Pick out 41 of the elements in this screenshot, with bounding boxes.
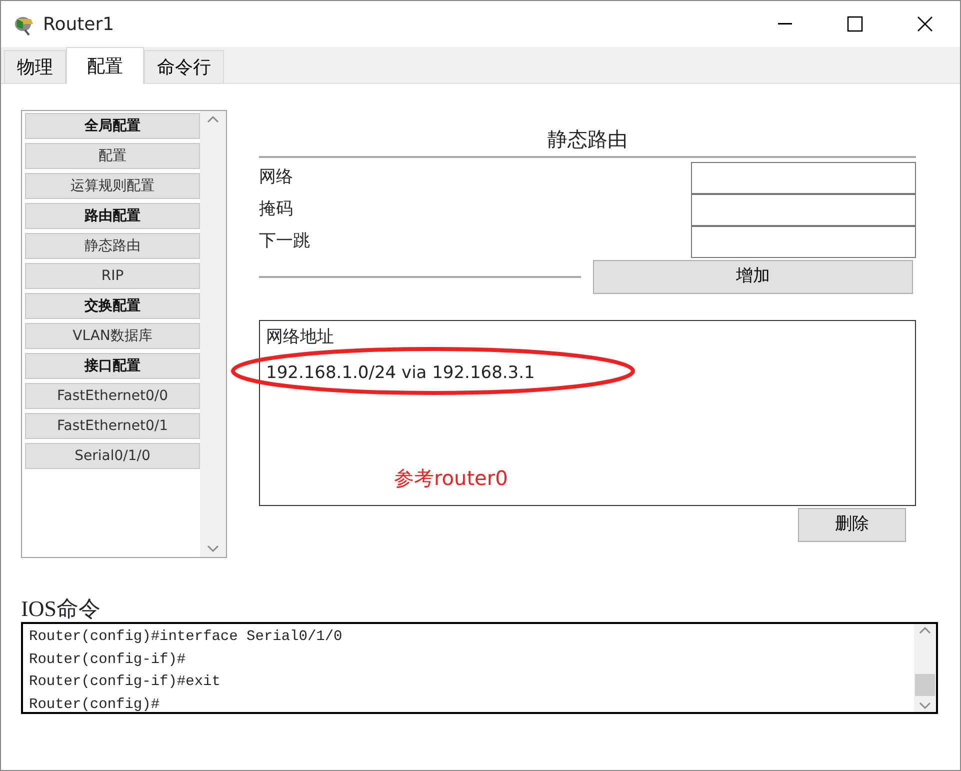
scroll-down-icon[interactable] (919, 702, 931, 710)
tab[interactable]: 命令行 (144, 50, 224, 83)
sidebar-item[interactable]: FastEthernet0/1 (25, 413, 200, 439)
sidebar-item[interactable]: RIP (25, 263, 200, 289)
sidebar-item[interactable]: 运算规则配置 (25, 173, 200, 199)
maximize-icon (847, 16, 863, 32)
scroll-thumb[interactable] (915, 674, 935, 696)
scroll-up-icon[interactable] (919, 626, 931, 634)
scroll-up-icon[interactable] (207, 115, 219, 123)
sidebar-item[interactable]: Serial0/1/0 (25, 443, 200, 469)
tab[interactable]: 配置 (66, 47, 144, 84)
panel-title: 静态路由 (259, 110, 916, 158)
input-field[interactable] (691, 226, 916, 258)
console-line: Router(config-if)#exit (29, 673, 222, 692)
field-label: 下一跳 (259, 230, 310, 254)
add-button[interactable]: 增加 (593, 260, 913, 294)
console-line: Router(config)#interface Serial0/1/0 (29, 628, 344, 647)
delete-button[interactable]: 删除 (798, 508, 906, 542)
input-field[interactable] (691, 162, 916, 194)
route-entry[interactable]: 192.168.1.0/24 via 192.168.3.1 (266, 360, 909, 386)
section-header-button[interactable]: 接口配置 (25, 353, 200, 379)
console-line: Router(config-if)# (29, 650, 187, 670)
window-title: Router1 (43, 12, 116, 36)
section-header-button[interactable]: 路由配置 (25, 203, 200, 229)
scroll-down-icon[interactable] (207, 545, 219, 553)
field-label: 掩码 (259, 198, 293, 222)
input-field[interactable] (691, 194, 916, 226)
sidebar-item[interactable]: VLAN数据库 (25, 323, 200, 349)
sidebar-item[interactable]: FastEthernet0/0 (25, 383, 200, 409)
annotation-note: 参考router0 (394, 465, 508, 492)
field-label: 网络 (259, 166, 293, 190)
console-label: IOS命令 (21, 596, 102, 622)
section-header-button[interactable]: 全局配置 (25, 113, 200, 139)
list-heading: 网络地址 (266, 326, 335, 349)
tab[interactable]: 物理 (4, 50, 66, 83)
minimize-icon (778, 23, 792, 25)
close-icon (917, 16, 933, 32)
console-line: Router(config)# (29, 696, 161, 714)
sidebar-item[interactable]: 静态路由 (25, 233, 200, 259)
section-header-button[interactable]: 交换配置 (25, 293, 200, 319)
sidebar-item[interactable]: 配置 (25, 143, 200, 169)
